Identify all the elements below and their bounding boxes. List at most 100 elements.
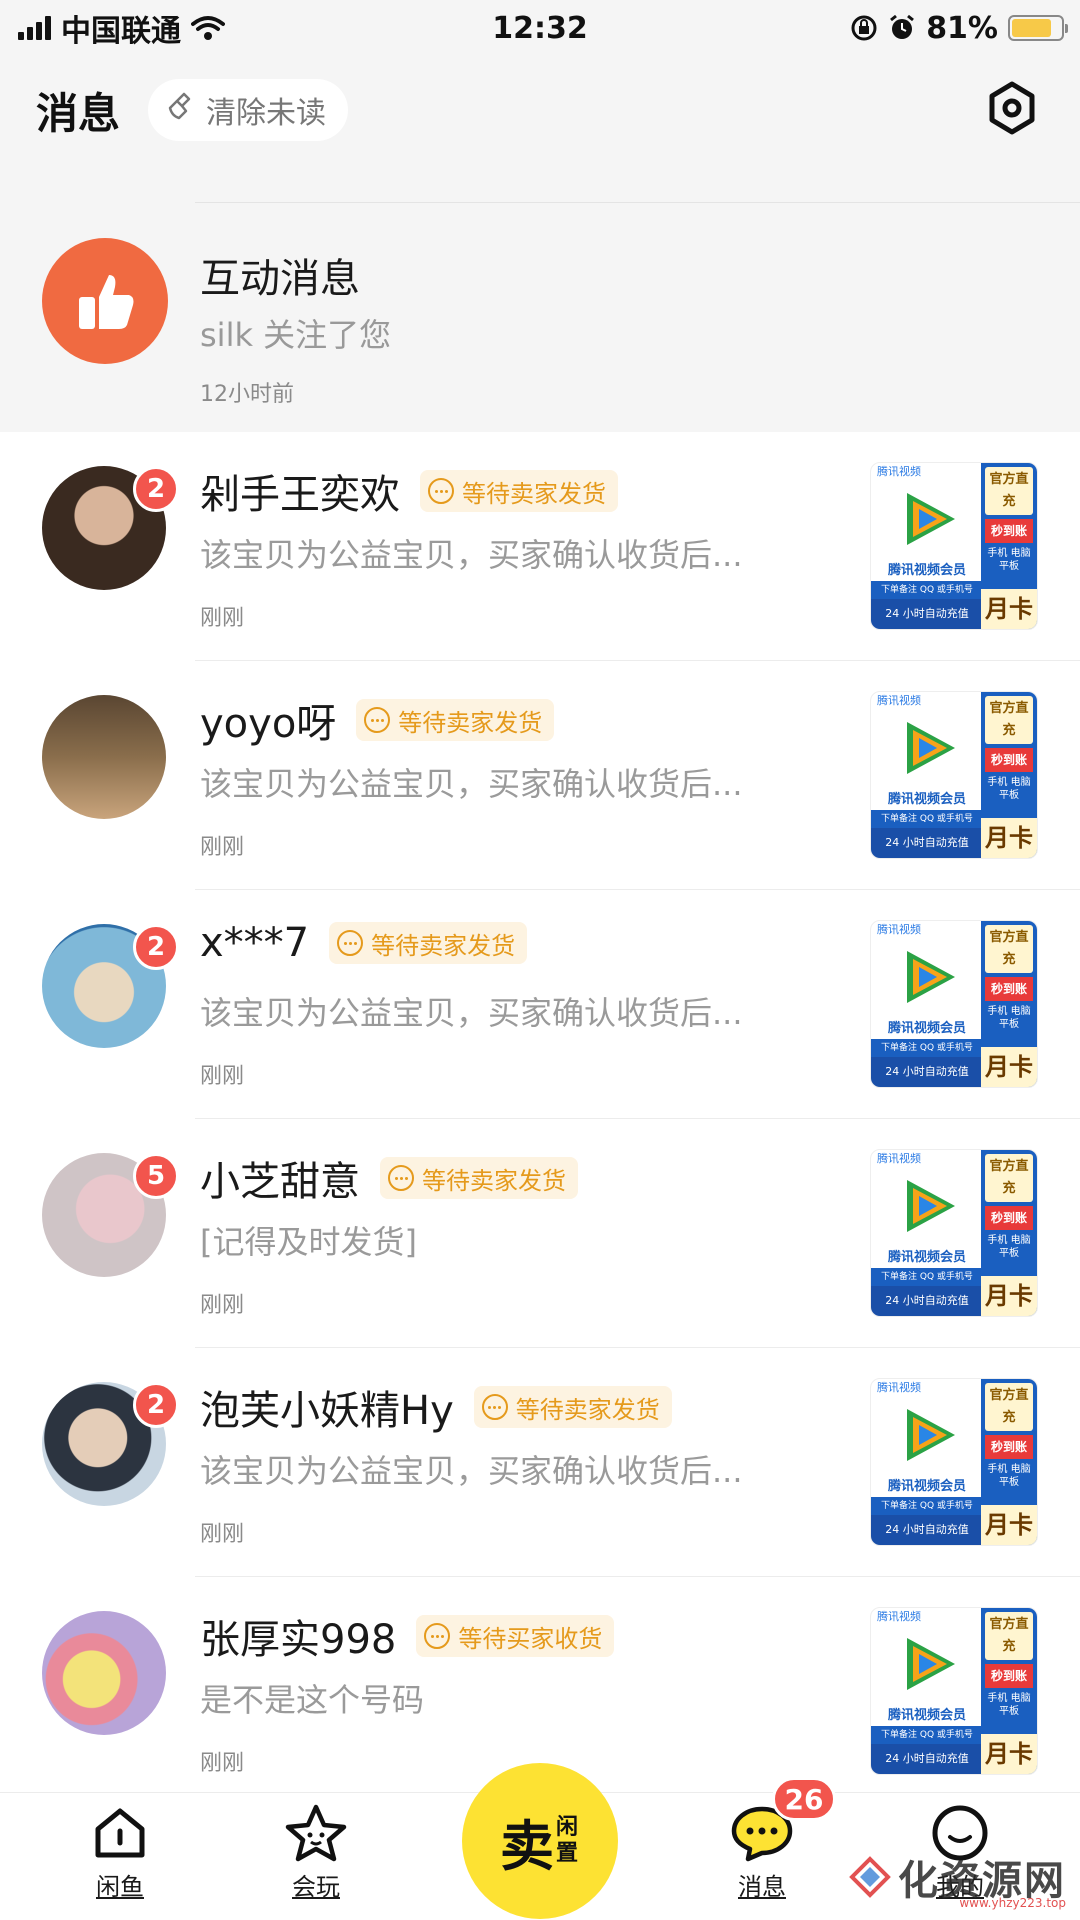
interaction-message-row[interactable]: 互动消息 silk 关注了您 12小时前 (0, 204, 1080, 432)
unread-badge: 2 (133, 466, 179, 512)
contact-name: 张厚实998 (200, 1617, 397, 1663)
thumb-name: 腾讯视频会员 (887, 1479, 966, 1494)
order-status-tag: 等待卖家发货 (420, 470, 618, 512)
thumb-brand: 腾讯视频 (877, 1610, 921, 1623)
thumb-note: 下单备注 QQ 或手机号 (871, 1497, 983, 1515)
more-dots-icon (481, 1394, 508, 1420)
order-status-label: 等待卖家发货 (515, 1395, 660, 1424)
thumb-brand: 腾讯视频 (877, 1152, 921, 1165)
message-preview: 该宝贝为公益宝贝，买家确认收货后... (200, 536, 743, 574)
thumb-official: 官方直充 (985, 925, 1033, 973)
battery-icon (1008, 15, 1068, 41)
thumb-seconds: 秒到账 (985, 748, 1033, 772)
settings-button[interactable] (980, 78, 1044, 142)
message-time: 刚刚 (200, 1064, 245, 1089)
tab-home[interactable]: 闲鱼 (60, 1803, 180, 1902)
order-status-tag: 等待卖家发货 (473, 1386, 672, 1428)
thumb-note: 下单备注 QQ 或手机号 (871, 581, 983, 599)
header-divider (195, 202, 1080, 203)
wifi-icon (191, 15, 225, 41)
unread-badge: 2 (133, 924, 179, 970)
thumb-month: 月卡 (981, 1047, 1037, 1087)
thumb-brand: 腾讯视频 (877, 1381, 921, 1394)
thumb-seconds: 秒到账 (985, 1206, 1033, 1230)
unread-badge: 2 (133, 1382, 179, 1428)
thumb-seconds: 秒到账 (985, 519, 1033, 543)
tab-label: 闲鱼 (96, 1873, 144, 1901)
contact-name: 小芝甜意 (200, 1159, 360, 1205)
thumb-devices: 手机 电脑 平板 (987, 1693, 1031, 1717)
product-thumbnail[interactable]: 腾讯视频 腾讯视频会员 下单备注 QQ 或手机号 24 小时自动充值 官方直充 … (870, 1378, 1038, 1546)
thumb-bottom: 24 小时自动充值 (871, 1744, 983, 1774)
order-status-tag: 等待卖家发货 (356, 699, 555, 741)
product-thumbnail[interactable]: 腾讯视频 腾讯视频会员 下单备注 QQ 或手机号 24 小时自动充值 官方直充 … (870, 462, 1038, 630)
message-preview: 是不是这个号码 (200, 1681, 425, 1719)
star-icon (285, 1804, 347, 1862)
rotation-lock-icon (850, 14, 878, 42)
product-thumbnail[interactable]: 腾讯视频 腾讯视频会员 下单备注 QQ 或手机号 24 小时自动充值 官方直充 … (870, 1149, 1038, 1317)
watermark-logo-icon (849, 1856, 891, 1898)
message-preview: 该宝贝为公益宝贝，买家确认收货后... (200, 994, 743, 1032)
watermark: 化资源网 www.yhzy223.top (848, 1848, 1066, 1910)
thumb-note: 下单备注 QQ 或手机号 (871, 810, 983, 828)
tencent-video-logo-icon (907, 1180, 955, 1232)
message-time: 刚刚 (200, 606, 245, 631)
bottom-tab-bar: 闲鱼 会玩 卖 闲置 消息 26 我的 化资源网 www.yhzy223.top (0, 1763, 1080, 1920)
thumb-devices: 手机 电脑 平板 (987, 1464, 1031, 1488)
order-status-label: 等待卖家发货 (462, 479, 606, 508)
tencent-video-logo-icon (907, 951, 955, 1003)
thumb-official: 官方直充 (985, 1612, 1033, 1660)
thumb-bottom: 24 小时自动充值 (871, 1515, 983, 1545)
interaction-subtitle: silk 关注了您 (200, 316, 392, 354)
thumb-month: 月卡 (981, 1276, 1037, 1316)
thumb-name: 腾讯视频会员 (887, 563, 966, 578)
message-time: 刚刚 (200, 835, 245, 860)
thumb-brand: 腾讯视频 (877, 694, 921, 707)
avatar[interactable] (42, 1611, 166, 1735)
message-preview: 该宝贝为公益宝贝，买家确认收货后... (200, 765, 743, 803)
contact-name: 剁手王奕欢 (200, 472, 400, 518)
product-thumbnail[interactable]: 腾讯视频 腾讯视频会员 下单备注 QQ 或手机号 24 小时自动充值 官方直充 … (870, 920, 1038, 1088)
interaction-title: 互动消息 (200, 256, 360, 302)
message-item[interactable]: 2 泡芙小妖精Hy 等待卖家发货 该宝贝为公益宝贝，买家确认收货后... 刚刚 … (0, 1348, 1080, 1577)
thumb-bottom: 24 小时自动充值 (871, 599, 983, 629)
sell-button[interactable]: 卖 闲置 (462, 1763, 618, 1919)
avatar[interactable] (42, 695, 166, 819)
tab-play[interactable]: 会玩 (256, 1803, 376, 1902)
message-item[interactable]: yoyo呀 等待卖家发货 该宝贝为公益宝贝，买家确认收货后... 刚刚 腾讯视频… (0, 661, 1080, 890)
thumbs-up-icon (42, 238, 168, 364)
thumb-month: 月卡 (981, 818, 1037, 858)
header: 消息 清除未读 (0, 60, 1080, 160)
alarm-icon (888, 14, 916, 42)
home-icon (95, 1808, 145, 1858)
clear-unread-label: 清除未读 (206, 96, 327, 131)
contact-name: x***7 (200, 920, 310, 966)
order-status-label: 等待卖家发货 (371, 931, 516, 960)
thumb-official: 官方直充 (985, 467, 1033, 515)
clear-unread-button[interactable]: 清除未读 (148, 79, 349, 141)
thumb-note: 下单备注 QQ 或手机号 (871, 1726, 983, 1744)
sell-sub-label: 闲置 (556, 1815, 579, 1866)
thumb-name: 腾讯视频会员 (887, 1021, 966, 1036)
message-item[interactable]: 2 x***7 等待卖家发货 该宝贝为公益宝贝，买家确认收货后... 刚刚 腾讯… (0, 890, 1080, 1119)
thumb-month: 月卡 (981, 589, 1037, 629)
tab-label: 会玩 (292, 1873, 340, 1901)
thumb-note: 下单备注 QQ 或手机号 (871, 1268, 983, 1286)
thumb-note: 下单备注 QQ 或手机号 (871, 1039, 983, 1057)
thumb-name: 腾讯视频会员 (887, 1250, 966, 1265)
more-dots-icon (428, 478, 454, 504)
message-item[interactable]: 5 小芝甜意 等待卖家发货 [记得及时发货] 刚刚 腾讯视频 腾讯视频会员 下单… (0, 1119, 1080, 1348)
product-thumbnail[interactable]: 腾讯视频 腾讯视频会员 下单备注 QQ 或手机号 24 小时自动充值 官方直充 … (870, 1607, 1038, 1775)
broom-icon (166, 91, 196, 129)
tencent-video-logo-icon (907, 1638, 955, 1690)
battery-percent: 81% (926, 10, 998, 46)
order-status-label: 等待卖家发货 (398, 708, 543, 737)
message-item[interactable]: 张厚实998 等待买家收货 是不是这个号码 刚刚 腾讯视频 腾讯视频会员 下单备… (0, 1577, 1080, 1792)
product-thumbnail[interactable]: 腾讯视频 腾讯视频会员 下单备注 QQ 或手机号 24 小时自动充值 官方直充 … (870, 691, 1038, 859)
tencent-video-logo-icon (907, 493, 955, 545)
message-item[interactable]: 2 剁手王奕欢 等待卖家发货 该宝贝为公益宝贝，买家确认收货后... 刚刚 腾讯… (0, 432, 1080, 661)
thumb-seconds: 秒到账 (985, 1435, 1033, 1459)
more-dots-icon (424, 1623, 451, 1649)
order-status-tag: 等待卖家发货 (380, 1157, 578, 1199)
contact-name: yoyo呀 (200, 701, 337, 747)
